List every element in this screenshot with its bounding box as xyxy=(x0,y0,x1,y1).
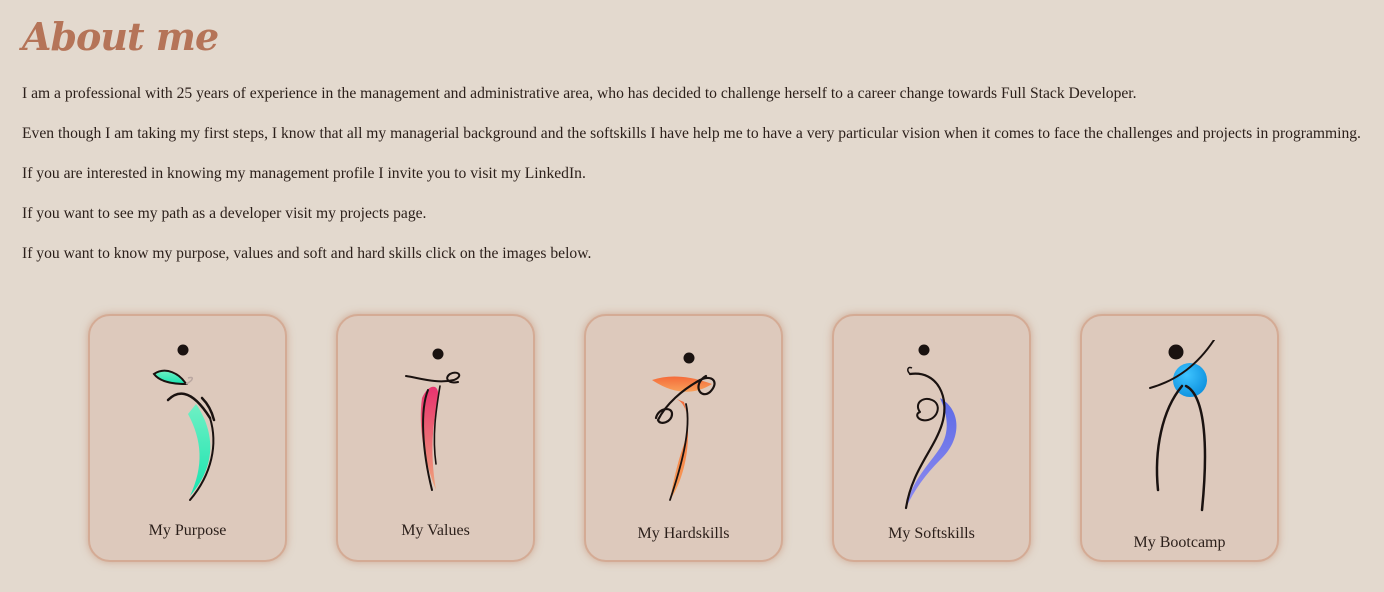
card-my-hardskills[interactable]: My Hardskills xyxy=(584,314,783,562)
dancer-blue-icon xyxy=(904,344,957,510)
dancer-pink-icon xyxy=(405,348,461,491)
card-label: My Bootcamp xyxy=(1133,534,1226,551)
card-my-bootcamp[interactable]: My Bootcamp xyxy=(1080,314,1279,562)
page-title: About me xyxy=(22,14,219,59)
dancer-orange-icon xyxy=(652,352,716,501)
card-label: My Hardskills xyxy=(637,525,730,542)
card-my-purpose[interactable]: My Purpose xyxy=(88,314,287,562)
intro-paragraph-projects: If you want to see my path as a develope… xyxy=(22,205,427,222)
card-my-values[interactable]: My Values xyxy=(336,314,535,562)
intro-paragraph-experience: I am a professional with 25 years of exp… xyxy=(22,85,1137,102)
card-my-softskills[interactable]: My Softskills xyxy=(832,314,1031,562)
intro-paragraph-linkedin: If you are interested in knowing my mana… xyxy=(22,165,586,182)
card-label: My Values xyxy=(401,522,470,539)
intro-paragraph-images: If you want to know my purpose, values a… xyxy=(22,245,592,262)
intro-paragraph-background: Even though I am taking my first steps, … xyxy=(22,125,1361,142)
card-label: My Purpose xyxy=(148,522,227,539)
dancer-cyan-icon xyxy=(1149,340,1215,512)
intro-text: I am a professional with 25 years of exp… xyxy=(22,84,1372,284)
dancer-green-icon xyxy=(152,344,216,501)
card-label: My Softskills xyxy=(888,525,975,542)
skills-cards: My Purpose My Values My Hardskills My So… xyxy=(88,314,1279,562)
